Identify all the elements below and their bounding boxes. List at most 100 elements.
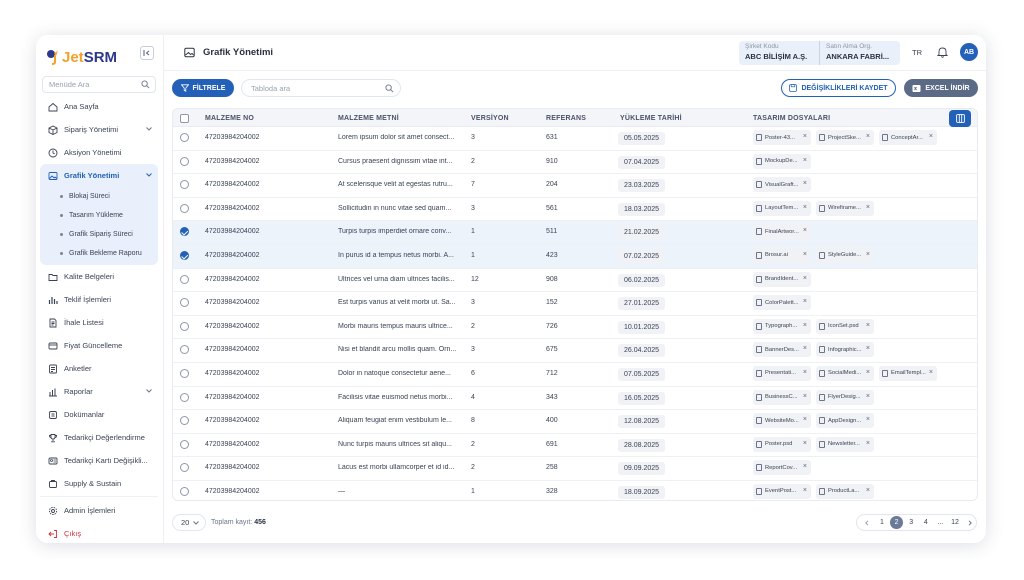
sidebar-item-kalite-belgeleri[interactable]: Kalite Belgeleri xyxy=(40,265,158,288)
language-selector[interactable]: TR xyxy=(912,48,922,57)
remove-file-icon[interactable]: × xyxy=(803,345,807,352)
row-checkbox[interactable] xyxy=(180,321,189,331)
remove-file-icon[interactable]: × xyxy=(803,440,807,447)
file-chip[interactable]: Poster.psd × xyxy=(753,436,811,452)
file-chip[interactable]: IconSet.psd × xyxy=(816,318,874,334)
table-row[interactable]: 47203984204002 Nunc turpis mauris ultrice… xyxy=(173,434,977,458)
file-chip[interactable]: MockupDe... × xyxy=(753,153,811,169)
remove-file-icon[interactable]: × xyxy=(803,463,807,470)
previous-page-button[interactable] xyxy=(861,516,874,529)
file-chip[interactable]: VisualGraft... × xyxy=(753,177,811,193)
row-checkbox[interactable] xyxy=(180,416,189,426)
file-chip[interactable]: FlyerDesig... × xyxy=(816,389,874,405)
remove-file-icon[interactable]: × xyxy=(803,157,807,164)
file-chip[interactable]: Infographic... × xyxy=(816,342,874,358)
remove-file-icon[interactable]: × xyxy=(803,251,807,258)
remove-file-icon[interactable]: × xyxy=(803,227,807,234)
file-chip[interactable]: FinalArtwor... × xyxy=(753,224,811,240)
file-chip[interactable]: EmailTempl... × xyxy=(879,365,937,381)
next-page-button[interactable] xyxy=(963,516,976,529)
file-chip[interactable]: BannerDes... × xyxy=(753,342,811,358)
table-search-input[interactable]: Tabloda ara xyxy=(241,79,401,97)
file-chip[interactable]: ProjectSke... × xyxy=(816,130,874,145)
column-header-malzeme-no[interactable]: MALZEME NO xyxy=(205,115,254,122)
column-header-yukleme-tarihi[interactable]: YÜKLEME TARİHİ xyxy=(620,115,682,122)
row-checkbox[interactable] xyxy=(180,298,189,308)
remove-file-icon[interactable]: × xyxy=(929,133,933,140)
column-header-referans[interactable]: REFERANS xyxy=(546,115,586,122)
remove-file-icon[interactable]: × xyxy=(803,369,807,376)
row-checkbox[interactable] xyxy=(180,486,189,496)
row-checkbox[interactable] xyxy=(180,392,189,402)
table-row[interactable]: 47203984204002 Turpis turpis imperdiet or… xyxy=(173,221,977,245)
table-row[interactable]: 47203984204002 Nisi et blandit arcu molli… xyxy=(173,339,977,363)
page-button[interactable]: 1 xyxy=(876,516,889,529)
page-button[interactable]: 3 xyxy=(905,516,918,529)
sidebar-item-supply-sustain[interactable]: Supply & Sustain xyxy=(40,472,158,495)
remove-file-icon[interactable]: × xyxy=(803,487,807,494)
purchasing-org[interactable]: Satın Alma Org. ANKARA FABRİ... xyxy=(819,41,900,65)
file-chip[interactable]: ColorPalett... × xyxy=(753,295,811,311)
remove-file-icon[interactable]: × xyxy=(803,322,807,329)
sidebar-item-raporlar[interactable]: Raporlar xyxy=(40,380,158,403)
file-chip[interactable]: AppDesign... × xyxy=(816,413,874,429)
sidebar-item-ihale-listesi[interactable]: İhale Listesi xyxy=(40,311,158,334)
menu-search-input[interactable]: Menüde Ara xyxy=(42,76,156,93)
remove-file-icon[interactable]: × xyxy=(803,275,807,282)
column-header-malzeme-metni[interactable]: MALZEME METNİ xyxy=(338,115,399,122)
file-chip[interactable]: ConceptAr... × xyxy=(879,130,937,145)
table-row[interactable]: 47203984204002 Cursus praesent dignissim … xyxy=(173,151,977,175)
logout-button[interactable]: Çıkış xyxy=(40,522,158,543)
sidebar-item-dokumanlar[interactable]: Dokümanlar xyxy=(40,403,158,426)
file-chip[interactable]: LayoutTem... × xyxy=(753,200,811,216)
remove-file-icon[interactable]: × xyxy=(866,416,870,423)
sidebar-item-tedarikci-degerlendirme[interactable]: Tedarikçi Değerlendirme xyxy=(40,426,158,449)
sidebar-item-siparis-yonetimi[interactable]: Sipariş Yönetimi xyxy=(40,118,158,141)
file-chip[interactable]: Newsletter... × xyxy=(816,436,874,452)
sidebar-item-tedarikci-karti[interactable]: Tedarikçi Kartı Değişikli... xyxy=(40,449,158,472)
page-button[interactable]: 4 xyxy=(920,516,933,529)
excel-download-button[interactable]: EXCEL İNDİR xyxy=(904,79,978,97)
file-chip[interactable]: BusinessC... × xyxy=(753,389,811,405)
row-checkbox[interactable] xyxy=(180,133,189,142)
table-row[interactable]: 47203984204002 Facilisis vitae euismod ne… xyxy=(173,387,977,411)
sidebar-item-grafik-yonetimi[interactable]: Grafik Yönetimi xyxy=(40,164,158,187)
table-row[interactable]: 47203984204002 Morbi mauris tempus mauris… xyxy=(173,316,977,340)
table-row[interactable]: 47203984204002 Ultrices vel urna diam ult… xyxy=(173,269,977,293)
remove-file-icon[interactable]: × xyxy=(866,345,870,352)
file-chip[interactable]: Brosur.ai × xyxy=(753,247,811,263)
sidebar-item-ana-sayfa[interactable]: Ana Sayfa xyxy=(40,95,158,118)
collapse-sidebar-button[interactable] xyxy=(140,46,154,60)
file-chip[interactable]: ReportCov... × xyxy=(753,460,811,476)
file-chip[interactable]: BrandIdent... × xyxy=(753,271,811,287)
logo[interactable]: JetSRM xyxy=(46,47,117,67)
sidebar-item-fiyat-guncelleme[interactable]: Fiyat Güncelleme xyxy=(40,334,158,357)
row-checkbox[interactable] xyxy=(180,180,189,190)
remove-file-icon[interactable]: × xyxy=(866,487,870,494)
sidebar-subitem-grafik-bekleme-raporu[interactable]: Grafik Bekleme Raporu xyxy=(40,244,158,263)
sidebar-subitem-blokaj-sureci[interactable]: Blokaj Süreci xyxy=(40,187,158,206)
column-header-versiyon[interactable]: VERSİYON xyxy=(471,115,509,122)
remove-file-icon[interactable]: × xyxy=(866,322,870,329)
file-chip[interactable]: ProductLa... × xyxy=(816,483,874,499)
remove-file-icon[interactable]: × xyxy=(803,393,807,400)
row-checkbox[interactable] xyxy=(180,203,189,213)
filter-button[interactable]: FİLTRELE xyxy=(172,79,234,97)
table-row[interactable]: 47203984204002 Est turpis varius at velit… xyxy=(173,292,977,316)
table-row[interactable]: 47203984204002 Aliquam feugiat enim vesti… xyxy=(173,410,977,434)
column-header-tasarim-dosyalari[interactable]: TASARIM DOSYALARI xyxy=(753,115,830,122)
table-row[interactable]: 47203984204002 — 1 328 18.09.2025 EventPost..… xyxy=(173,481,977,500)
row-checkbox[interactable] xyxy=(180,227,189,237)
select-all-checkbox[interactable] xyxy=(180,114,189,123)
table-row[interactable]: 47203984204002 In purus id a tempus netus… xyxy=(173,244,977,269)
remove-file-icon[interactable]: × xyxy=(803,298,807,305)
sidebar-item-teklif-islemleri[interactable]: Teklif İşlemleri xyxy=(40,288,158,311)
file-chip[interactable]: WebsiteMo... × xyxy=(753,413,811,429)
row-checkbox[interactable] xyxy=(180,463,189,473)
remove-file-icon[interactable]: × xyxy=(803,204,807,211)
remove-file-icon[interactable]: × xyxy=(866,440,870,447)
table-row[interactable]: 47203984204002 Lacus est morbi ullamcorpe… xyxy=(173,457,977,481)
table-row[interactable]: 47203984204002 At scelerisque velit at eg… xyxy=(173,174,977,198)
table-row[interactable]: 47203984204002 Dolor in natoque consectet… xyxy=(173,363,977,387)
bell-icon[interactable] xyxy=(937,46,948,58)
